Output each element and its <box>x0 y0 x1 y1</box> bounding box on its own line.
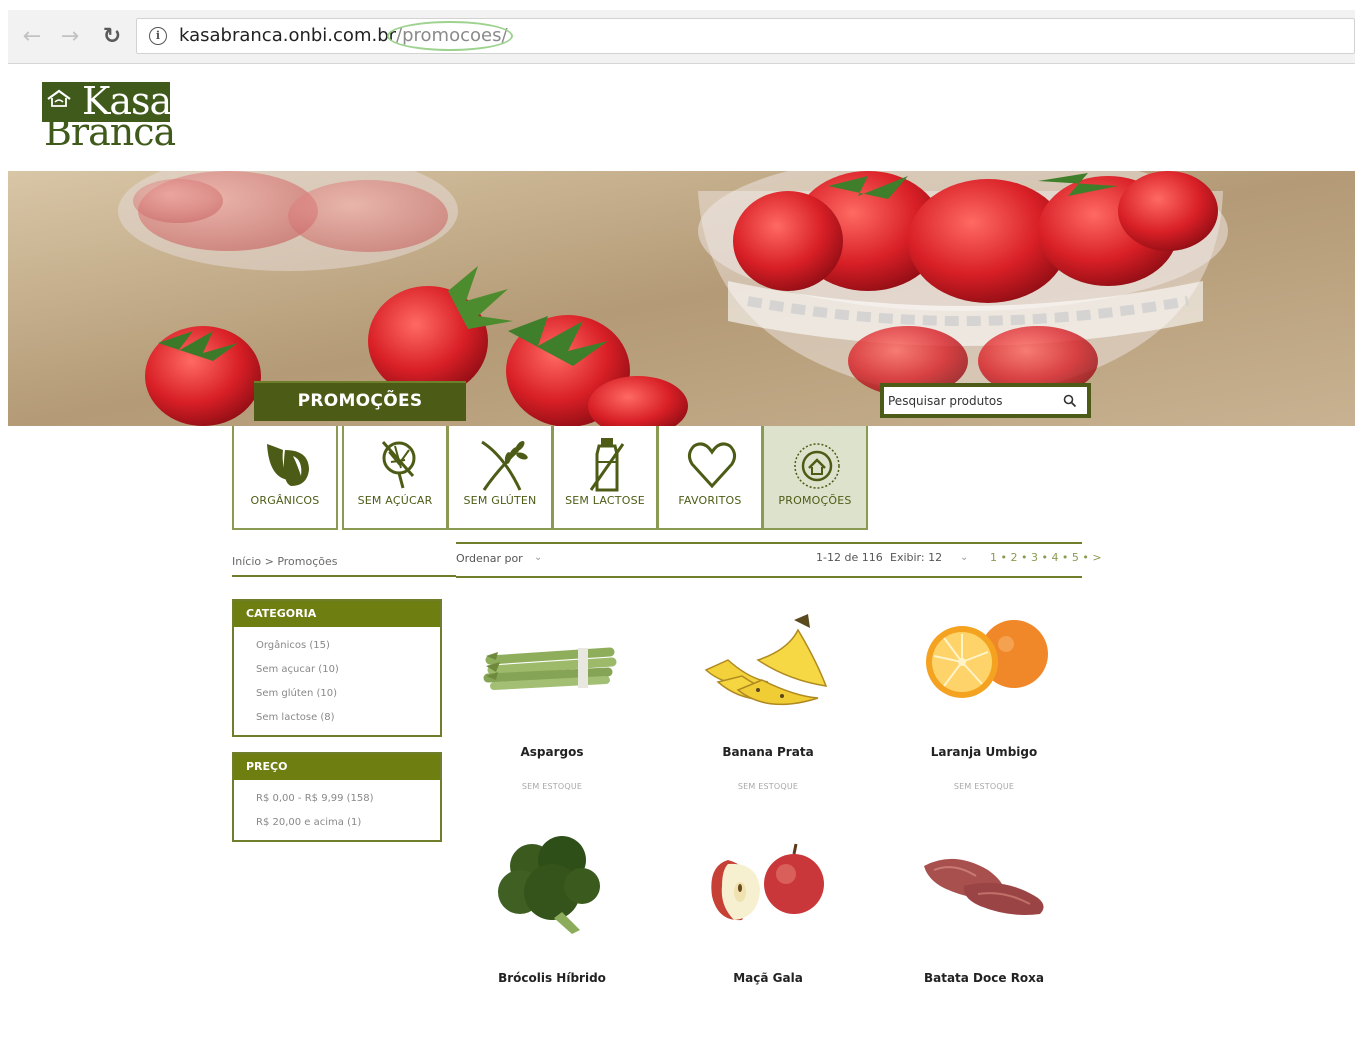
pagination[interactable]: 1 • 2 • 3 • 4 • 5 • > <box>990 551 1102 564</box>
stock-status: SEM ESTOQUE <box>953 782 1015 791</box>
product-card[interactable]: Batata Doce Roxa <box>884 826 1084 1046</box>
sweet-potato-image[interactable] <box>914 826 1054 956</box>
category-filter-box: CATEGORIA Orgânicos (15) Sem açucar (10)… <box>232 599 442 737</box>
search-box <box>880 383 1091 418</box>
product-card[interactable]: Brócolis Híbrido <box>452 826 652 1046</box>
category-tile-organicos[interactable]: ORGÂNICOS <box>232 426 338 530</box>
no-gluten-wheat-icon <box>481 440 528 491</box>
tile-label: SEM LACTOSE <box>565 494 645 507</box>
tile-label: PROMOÇÕES <box>778 494 852 507</box>
stock-status: SEM ESTOQUE <box>521 782 583 791</box>
broccoli-image[interactable] <box>482 826 622 956</box>
tile-label: ORGÂNICOS <box>250 494 320 507</box>
page-size-label: Exibir: <box>890 551 925 564</box>
price-filter-title: PREÇO <box>234 754 440 780</box>
filter-option[interactable]: R$ 0,00 - R$ 9,99 (158) <box>256 790 440 814</box>
info-icon[interactable]: i <box>149 27 167 45</box>
chevron-down-icon[interactable]: ⌄ <box>534 552 542 563</box>
price-filter-box: PREÇO R$ 0,00 - R$ 9,99 (158) R$ 20,00 e… <box>232 752 442 842</box>
url-highlight-circle <box>387 21 513 51</box>
filter-option[interactable]: Sem lactose (8) <box>256 709 440 733</box>
page-size-selector[interactable]: Exibir: 12 <box>890 551 942 564</box>
product-card[interactable]: Banana Prata SEM ESTOQUE <box>668 600 868 820</box>
url-host: kasabranca.onbi.com.br <box>179 25 397 46</box>
strawberries-banner-image <box>8 171 1355 426</box>
product-card[interactable]: Laranja Umbigo SEM ESTOQUE <box>884 600 1084 820</box>
product-name[interactable]: Laranja Umbigo <box>884 745 1084 759</box>
product-name[interactable]: Maçã Gala <box>668 971 868 985</box>
breadcrumb-separator: > <box>264 555 274 568</box>
reload-icon[interactable]: ↻ <box>100 24 124 50</box>
browser-toolbar: ← → ↻ i kasabranca.onbi.com.br/promocoes… <box>8 10 1355 64</box>
product-card[interactable]: Aspargos SEM ESTOQUE <box>452 600 652 820</box>
stock-status: SEM ESTOQUE <box>737 782 799 791</box>
back-arrow-icon[interactable]: ← <box>20 24 44 50</box>
product-name[interactable]: Banana Prata <box>668 745 868 759</box>
category-tile-sem-acucar[interactable]: SEM AÇÚCAR <box>342 426 448 530</box>
sort-dropdown[interactable]: Ordenar por <box>456 552 523 565</box>
filter-option[interactable]: Sem açucar (10) <box>256 661 440 685</box>
address-bar[interactable]: i kasabranca.onbi.com.br/promocoes/ <box>136 18 1355 54</box>
category-filter-list: Orgânicos (15) Sem açucar (10) Sem glúte… <box>234 627 440 737</box>
breadcrumb: Início > Promoções <box>232 555 456 577</box>
tile-label: SEM GLÚTEN <box>463 494 537 507</box>
tile-label: FAVORITOS <box>678 494 742 507</box>
tile-label: SEM AÇÚCAR <box>357 494 433 507</box>
product-name[interactable]: Aspargos <box>452 745 652 759</box>
filter-option[interactable]: Sem glúten (10) <box>256 685 440 709</box>
breadcrumb-home-link[interactable]: Início <box>232 555 261 568</box>
search-input[interactable] <box>888 390 1053 412</box>
listing-toolbar: Ordenar por ⌄ 1-12 de 116 Exibir: 12 ⌄ 1… <box>456 542 1102 578</box>
heart-icon <box>687 442 737 489</box>
filter-option[interactable]: Orgânicos (15) <box>256 637 440 661</box>
result-count: 1-12 de 116 <box>816 551 883 564</box>
house-icon <box>47 89 71 107</box>
no-sugar-icon <box>381 441 416 489</box>
category-tile-favoritos[interactable]: FAVORITOS <box>657 426 763 530</box>
organic-leaf-icon <box>267 444 309 486</box>
product-card[interactable]: Maçã Gala <box>668 826 868 1046</box>
hero-banner <box>8 171 1355 426</box>
banana-image[interactable] <box>698 600 838 730</box>
product-name[interactable]: Brócolis Híbrido <box>452 971 652 985</box>
promo-title-box: PROMOÇÕES <box>254 381 466 421</box>
kasa-branca-logo[interactable]: Kasa Branca <box>42 80 176 152</box>
page-size-value: 12 <box>928 551 943 564</box>
asparagus-image[interactable] <box>482 600 622 730</box>
breadcrumb-current: Promoções <box>277 555 338 568</box>
category-tile-sem-gluten[interactable]: SEM GLÚTEN <box>447 426 553 530</box>
orange-image[interactable] <box>914 600 1054 730</box>
no-lactose-bottle-icon <box>589 438 625 492</box>
page-title: PROMOÇÕES <box>297 391 423 411</box>
apple-image[interactable] <box>698 826 838 956</box>
product-name[interactable]: Batata Doce Roxa <box>884 971 1084 985</box>
category-tile-promocoes[interactable]: PROMOÇÕES <box>762 426 868 530</box>
forward-arrow-icon[interactable]: → <box>58 24 82 50</box>
price-filter-list: R$ 0,00 - R$ 9,99 (158) R$ 20,00 e acima… <box>234 780 440 842</box>
promo-seal-icon <box>794 443 840 489</box>
category-filter-title: CATEGORIA <box>234 601 440 627</box>
search-icon[interactable] <box>1063 394 1077 408</box>
chevron-down-icon[interactable]: ⌄ <box>960 552 968 563</box>
category-tile-sem-lactose[interactable]: SEM LACTOSE <box>552 426 658 530</box>
logo-text-branca: Branca <box>44 110 176 154</box>
filter-option[interactable]: R$ 20,00 e acima (1) <box>256 814 440 838</box>
